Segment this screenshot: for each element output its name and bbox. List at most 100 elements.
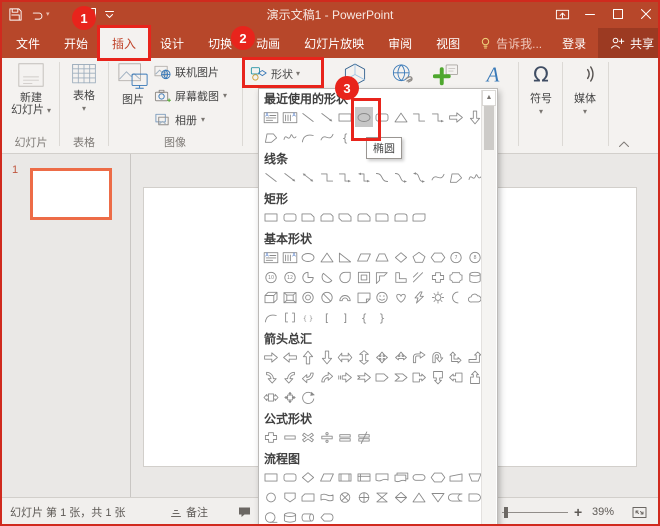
- shape-card[interactable]: [299, 487, 318, 507]
- shape-left-bracket[interactable]: [: [318, 307, 337, 327]
- shape-lightning[interactable]: [410, 287, 429, 307]
- shape-folded-corner[interactable]: [355, 287, 374, 307]
- shape-no-symbol[interactable]: [318, 287, 337, 307]
- shape-display[interactable]: [318, 507, 337, 526]
- media-button[interactable]: 媒体 ▾: [566, 58, 604, 130]
- shape-multiply[interactable]: [299, 427, 318, 447]
- notes-button[interactable]: 备注: [170, 498, 208, 526]
- shape-up-down-arrow[interactable]: [355, 347, 374, 367]
- shape-rectangle[interactable]: [336, 107, 355, 127]
- shape-round-diagonal-corner[interactable]: [410, 207, 429, 227]
- shape-up-arrow[interactable]: [299, 347, 318, 367]
- shape-arc[interactable]: [299, 127, 318, 147]
- shape-not-equal[interactable]: [355, 427, 374, 447]
- shape-data[interactable]: [318, 467, 337, 487]
- shape-collate[interactable]: [373, 487, 392, 507]
- shape-pie[interactable]: [299, 267, 318, 287]
- shape-pentagon[interactable]: [410, 247, 429, 267]
- shape-plaque[interactable]: [447, 267, 466, 287]
- zoom-level[interactable]: 39%: [592, 498, 614, 526]
- shape-merge[interactable]: [429, 487, 448, 507]
- collapse-ribbon-button[interactable]: [614, 138, 634, 150]
- tell-me-box[interactable]: 告诉我...: [472, 28, 550, 58]
- shape-double-bracket[interactable]: [281, 307, 300, 327]
- share-button[interactable]: 共享: [598, 28, 660, 58]
- shape-left-right-up-arrow[interactable]: [392, 347, 411, 367]
- shape-decision[interactable]: [299, 467, 318, 487]
- shape-predefined-process[interactable]: [336, 467, 355, 487]
- shape-bevel[interactable]: [281, 287, 300, 307]
- shape-punched-tape[interactable]: [318, 487, 337, 507]
- shape-document[interactable]: [373, 467, 392, 487]
- screenshot-button[interactable]: 屏幕截图▾: [154, 86, 227, 106]
- zoom-slider-handle[interactable]: [504, 507, 508, 518]
- shape-elbow-arrow-connector[interactable]: [336, 167, 355, 187]
- shape-left-brace[interactable]: {: [336, 127, 355, 147]
- tab-view[interactable]: 视图: [424, 28, 472, 58]
- online-pictures-button[interactable]: 联机图片: [154, 62, 219, 82]
- shape-round-single-corner[interactable]: [373, 207, 392, 227]
- shape-u-turn-arrow[interactable]: [429, 347, 448, 367]
- shape-rounded-rectangle[interactable]: [373, 107, 392, 127]
- shape-block-arc[interactable]: [336, 287, 355, 307]
- shape-sun[interactable]: [429, 287, 448, 307]
- minimize-button[interactable]: [576, 0, 604, 28]
- shape-hexagon[interactable]: [429, 247, 448, 267]
- shape-left-up-arrow[interactable]: [447, 347, 466, 367]
- menu-scrollbar[interactable]: ▲: [481, 90, 496, 526]
- undo-dropdown-arrow[interactable]: ▾: [46, 10, 50, 18]
- shape-cube[interactable]: [262, 287, 281, 307]
- shape-heart[interactable]: [392, 287, 411, 307]
- shape-left-brace[interactable]: {: [355, 307, 374, 327]
- shape-elbow-arrow-connector[interactable]: [429, 107, 448, 127]
- save-button[interactable]: [8, 7, 23, 22]
- shape-extract[interactable]: [410, 487, 429, 507]
- shape-line[interactable]: [262, 167, 281, 187]
- shape-heptagon[interactable]: 7: [447, 247, 466, 267]
- shape-snip-round-single-corner[interactable]: [355, 207, 374, 227]
- shape-rounded-rectangle[interactable]: [281, 207, 300, 227]
- maximize-button[interactable]: [604, 0, 632, 28]
- shape-freeform[interactable]: [447, 167, 466, 187]
- shape-preparation[interactable]: [429, 467, 448, 487]
- shape-terminator[interactable]: [410, 467, 429, 487]
- shape-arrow[interactable]: [281, 167, 300, 187]
- shape-donut[interactable]: [299, 287, 318, 307]
- tab-insert[interactable]: 插入: [100, 28, 148, 58]
- shape-bent-arrow[interactable]: [410, 347, 429, 367]
- shape-scribble[interactable]: [281, 127, 300, 147]
- photo-album-button[interactable]: 相册▾: [154, 110, 205, 130]
- shape-circular-arrow[interactable]: [299, 387, 318, 407]
- shape-curved-left-arrow[interactable]: [281, 367, 300, 387]
- shape-parallelogram[interactable]: [355, 247, 374, 267]
- shape-direct-access-storage[interactable]: [299, 507, 318, 526]
- tab-review[interactable]: 审阅: [376, 28, 424, 58]
- shape-trapezoid[interactable]: [373, 247, 392, 267]
- links-button[interactable]: [386, 58, 420, 90]
- shape-curved-up-arrow[interactable]: [318, 367, 337, 387]
- shape-arc[interactable]: [262, 307, 281, 327]
- shape-decagon[interactable]: 10: [262, 267, 281, 287]
- shape-left-arrow[interactable]: [281, 347, 300, 367]
- shape-quad-arrow[interactable]: [373, 347, 392, 367]
- table-button[interactable]: 表格▾: [62, 60, 106, 114]
- shape-cross[interactable]: [429, 267, 448, 287]
- shape-stored-data[interactable]: [447, 487, 466, 507]
- shape-curved-connector[interactable]: [373, 167, 392, 187]
- tab-slideshow[interactable]: 幻灯片放映: [292, 28, 376, 58]
- shape-right-arrow[interactable]: [447, 107, 466, 127]
- shapes-button[interactable]: 形状▾: [246, 60, 322, 87]
- shape-division[interactable]: [318, 427, 337, 447]
- shape-right-bracket[interactable]: ]: [336, 307, 355, 327]
- shape-left-arrow-callout[interactable]: [447, 367, 466, 387]
- shape-curve[interactable]: [318, 127, 337, 147]
- shape-magnetic-disk[interactable]: [281, 507, 300, 526]
- shape-striped-right-arrow[interactable]: [336, 367, 355, 387]
- shape-half-frame[interactable]: [373, 267, 392, 287]
- shape-summing-junction[interactable]: [336, 487, 355, 507]
- symbol-button[interactable]: Ω 符号 ▾: [522, 58, 560, 130]
- shape-double-arrow[interactable]: [299, 167, 318, 187]
- shape-frame[interactable]: [355, 267, 374, 287]
- shape-down-arrow[interactable]: [318, 347, 337, 367]
- shape-snip-diagonal-corner[interactable]: [336, 207, 355, 227]
